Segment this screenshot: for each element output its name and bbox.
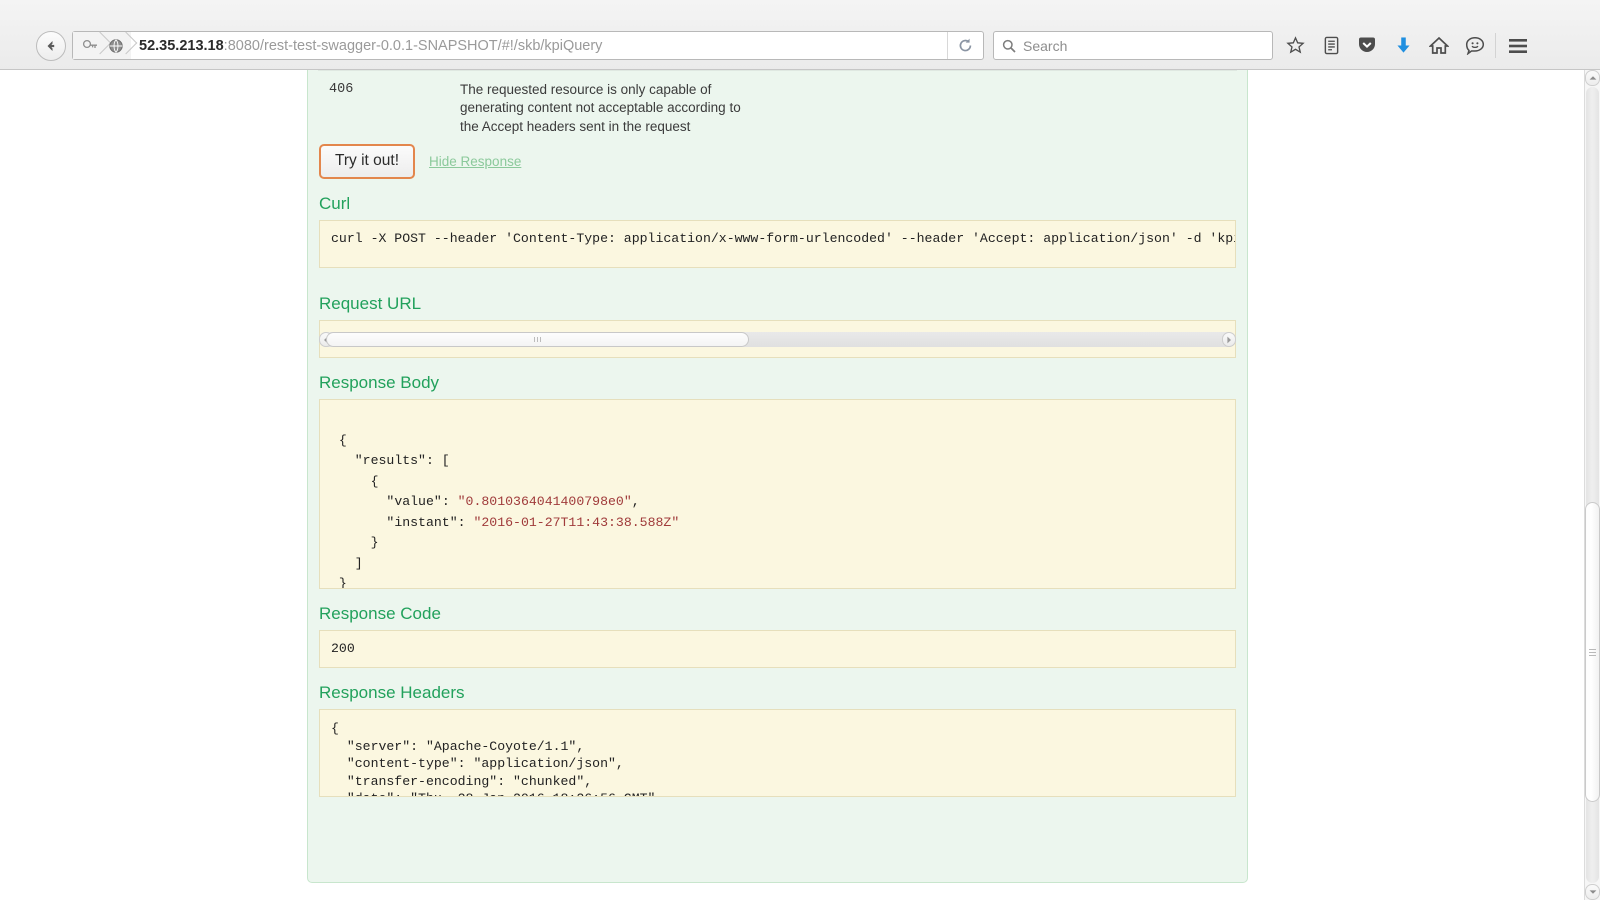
json-line: "value": "0.8010364041400798e0", bbox=[331, 494, 640, 509]
curl-command-box[interactable]: curl -X POST --header 'Content-Type: app… bbox=[319, 220, 1236, 268]
response-body-section-title: Response Body bbox=[319, 373, 1247, 393]
reading-list-icon[interactable] bbox=[1316, 31, 1346, 60]
response-code-box: 200 bbox=[319, 630, 1236, 668]
scroll-down-arrow-icon[interactable] bbox=[1585, 884, 1600, 900]
reload-button[interactable] bbox=[947, 32, 983, 59]
json-line: { bbox=[331, 474, 378, 489]
response-body-box: { "results": [ { "value": "0.80103640414… bbox=[319, 399, 1236, 589]
request-url-section-title: Request URL bbox=[319, 294, 1247, 314]
response-messages-table: 406 The requested resource is only capab… bbox=[318, 70, 1237, 136]
scroll-up-arrow-icon[interactable] bbox=[1585, 70, 1600, 86]
hamburger-menu-icon[interactable] bbox=[1503, 31, 1533, 60]
back-button[interactable] bbox=[36, 31, 66, 61]
home-icon[interactable] bbox=[1424, 31, 1454, 60]
try-it-out-button[interactable]: Try it out! bbox=[319, 144, 415, 179]
scrollbar-thumb[interactable] bbox=[1585, 502, 1600, 802]
page-viewport: 406 The requested resource is only capab… bbox=[0, 70, 1600, 900]
sync-smiley-icon[interactable] bbox=[1460, 31, 1490, 60]
globe-icon bbox=[108, 38, 124, 54]
url-text[interactable]: 52.35.213.18:8080/rest-test-swagger-0.0.… bbox=[131, 38, 947, 54]
swagger-operation-panel: 406 The requested resource is only capab… bbox=[307, 70, 1248, 883]
json-line: } bbox=[331, 535, 378, 550]
submit-row: Try it out! Hide Response bbox=[308, 136, 1247, 179]
page-scrollbar-vertical[interactable] bbox=[1584, 70, 1600, 900]
url-path: :8080/rest-test-swagger-0.0.1-SNAPSHOT/#… bbox=[224, 38, 603, 54]
response-headers-section-title: Response Headers bbox=[319, 683, 1247, 703]
scrollbar-grip-icon bbox=[1589, 647, 1596, 658]
json-line: { bbox=[331, 433, 347, 448]
response-message-reason: The requested resource is only capable o… bbox=[460, 71, 760, 137]
address-bar[interactable]: 52.35.213.18:8080/rest-test-swagger-0.0.… bbox=[72, 31, 984, 60]
curl-command-text: curl -X POST --header 'Content-Type: app… bbox=[320, 221, 1235, 246]
url-host: 52.35.213.18 bbox=[139, 38, 224, 54]
navigation-buttons bbox=[36, 31, 66, 61]
browser-chrome: 52.35.213.18:8080/rest-test-swagger-0.0.… bbox=[0, 0, 1600, 70]
json-key: "value" bbox=[386, 494, 441, 509]
menu-button-wrap bbox=[1503, 31, 1533, 60]
json-line: ] bbox=[331, 556, 363, 571]
curl-scroll-thumb[interactable] bbox=[326, 332, 749, 347]
reload-icon bbox=[957, 37, 974, 54]
toolbar-icons bbox=[1280, 31, 1490, 60]
hide-response-link[interactable]: Hide Response bbox=[429, 154, 521, 169]
json-line: "instant": "2016-01-27T11:43:38.588Z" bbox=[331, 515, 679, 530]
json-line: "results": [ bbox=[331, 453, 450, 468]
response-code-section-title: Response Code bbox=[319, 604, 1247, 624]
toolbar-divider bbox=[1495, 33, 1496, 58]
json-key: "results" bbox=[355, 453, 426, 468]
scroll-right-arrow-icon[interactable] bbox=[1222, 332, 1236, 347]
identity-box[interactable] bbox=[73, 32, 131, 59]
table-row: 406 The requested resource is only capab… bbox=[318, 71, 1237, 137]
key-icon bbox=[82, 38, 99, 53]
back-arrow-icon bbox=[43, 38, 59, 54]
json-key: "instant" bbox=[386, 515, 457, 530]
json-value: "2016-01-27T11:43:38.588Z" bbox=[473, 515, 679, 530]
password-key-icon-wrap[interactable] bbox=[77, 32, 103, 59]
response-message-model bbox=[760, 71, 1237, 137]
response-message-code: 406 bbox=[318, 71, 460, 137]
search-box[interactable]: Search bbox=[993, 31, 1273, 60]
site-info-icon-wrap[interactable] bbox=[103, 32, 129, 59]
curl-section-title: Curl bbox=[319, 194, 1247, 214]
response-headers-box: { "server": "Apache-Coyote/1.1", "conten… bbox=[319, 709, 1236, 797]
curl-horizontal-scrollbar[interactable] bbox=[319, 332, 1236, 347]
search-icon bbox=[1002, 39, 1016, 53]
json-line: } bbox=[331, 576, 347, 589]
downloads-icon[interactable] bbox=[1388, 31, 1418, 60]
bookmark-star-icon[interactable] bbox=[1280, 31, 1310, 60]
pocket-icon[interactable] bbox=[1352, 31, 1382, 60]
json-value: "0.8010364041400798e0" bbox=[458, 494, 632, 509]
scroll-grip-icon bbox=[534, 337, 541, 342]
search-placeholder: Search bbox=[1023, 38, 1067, 54]
